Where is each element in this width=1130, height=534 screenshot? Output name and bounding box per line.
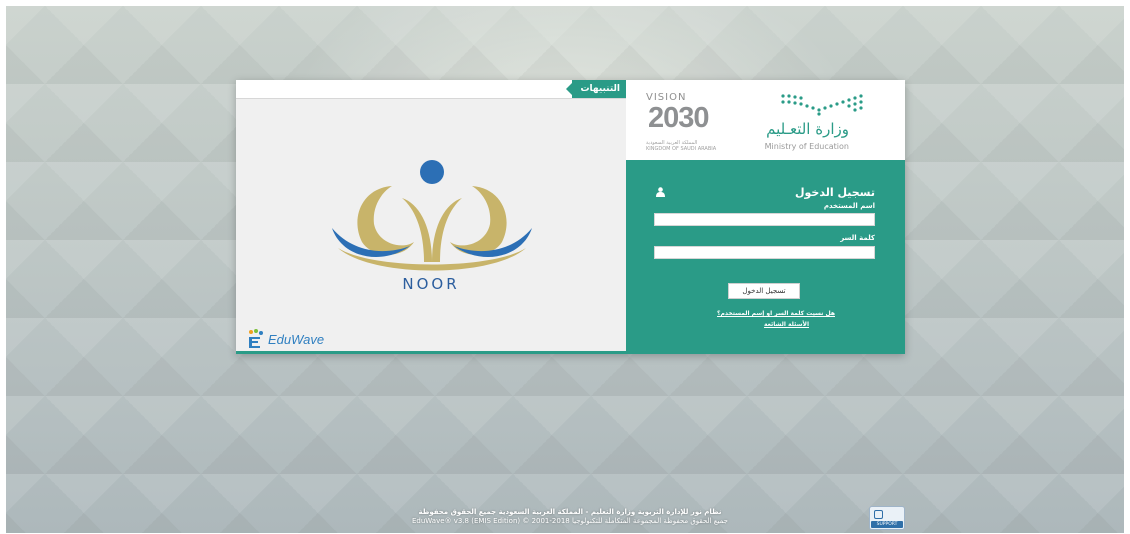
vision-subtitle: المملكة العربية السعودية KINGDOM OF SAUD… [646, 140, 746, 152]
forgot-credentials-link[interactable]: هل نسيت كلمة السر او إسم المستخدم؟ [717, 310, 835, 317]
eduwave-wordmark: EduWave [268, 331, 325, 347]
eduwave-icon [249, 329, 263, 348]
vision-year: 2030 [648, 102, 710, 134]
ministry-name-ar: وزارة التعـليم [766, 120, 849, 138]
username-input[interactable] [654, 213, 875, 226]
notifications-tab[interactable]: التنبيهات [566, 80, 626, 98]
support-label: SUPPORT [876, 522, 898, 527]
notifications-panel: التنبيهات NOOR EduWave [236, 80, 626, 354]
ministry-name-en: Ministry of Education [764, 142, 849, 151]
support-headset-icon [874, 510, 883, 519]
password-label: كلمة السر [840, 234, 875, 242]
noor-wordmark: NOOR [402, 275, 460, 293]
user-icon [656, 187, 665, 197]
vision-subtitle-en: KINGDOM OF SAUDI ARABIA [646, 146, 717, 152]
password-input[interactable] [654, 246, 875, 259]
login-title: تسجيل الدخول [794, 186, 875, 199]
brand-panel: VISION 2030 المملكة العربية السعودية KIN… [626, 80, 905, 160]
login-card: التنبيهات NOOR EduWave VISION 2030 الممل… [236, 80, 905, 354]
support-button[interactable]: SUPPORT [869, 506, 905, 530]
ministry-logo: وزارة التعـليم Ministry of Education [757, 90, 887, 154]
username-label: اسم المستخدم [823, 202, 875, 210]
eduwave-logo: EduWave [246, 327, 324, 351]
faq-link[interactable]: الأسئلة الشائعة [764, 321, 809, 328]
notifications-bar: التنبيهات [236, 80, 626, 99]
notifications-tab-label: التنبيهات [580, 84, 620, 94]
footer-line2: EduWave® v3.8 (EMIS Edition) © 2001-2018… [412, 517, 728, 525]
footer-line1: نظام نور للإدارة التربوية وزارة التعليم … [418, 508, 722, 516]
vision-2030-logo: VISION 2030 المملكة العربية السعودية KIN… [646, 90, 746, 154]
login-button[interactable]: تسجيل الدخول [728, 283, 800, 299]
login-button-label: تسجيل الدخول [742, 287, 786, 295]
footer: نظام نور للإدارة التربوية وزارة التعليم … [380, 508, 760, 526]
ministry-dots-icon [781, 94, 863, 116]
